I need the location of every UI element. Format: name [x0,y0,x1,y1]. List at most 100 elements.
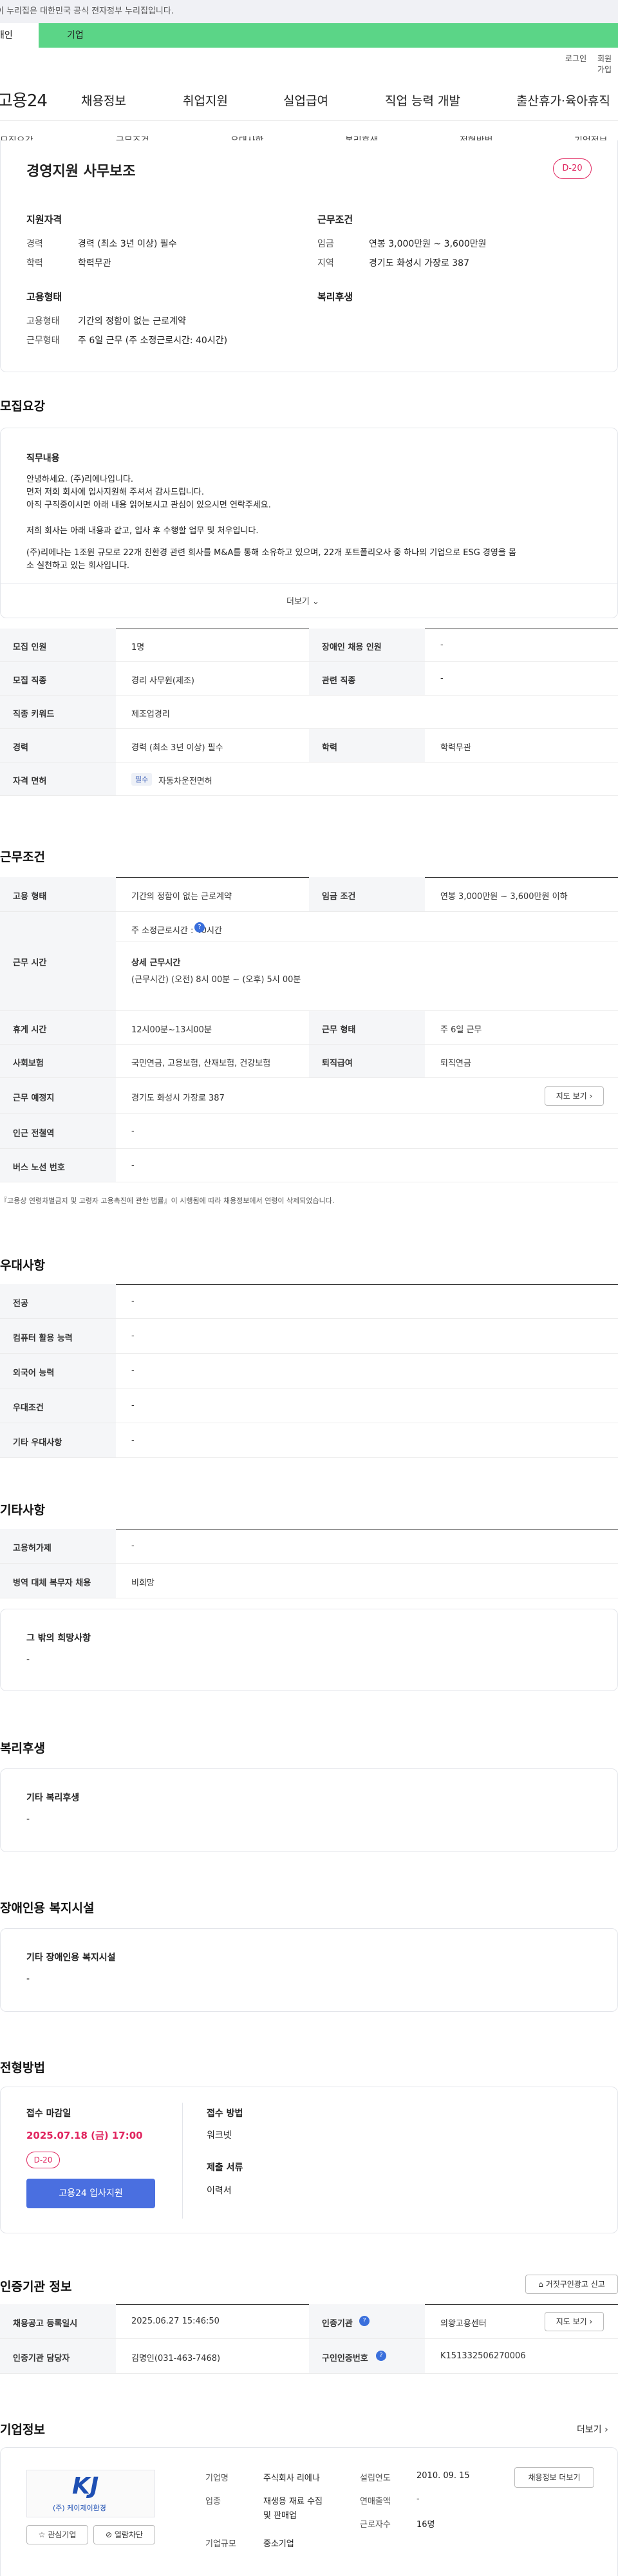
revenue-value: - [417,2494,420,2504]
join-link[interactable]: 회원가입 [597,53,618,75]
table-row: 우대조건 - [0,1388,618,1423]
size-value: 중소기업 [263,2539,294,2549]
age-note: 『고용상 연령차별금지 및 고령자 고용촉진에 관한 법률』이 시행됨에 따라 … [0,1197,335,1205]
section-title-conditions: 근무조건 [0,850,45,864]
info-icon[interactable]: ? [376,2351,386,2361]
nav-support[interactable]: 취업지원 [183,91,228,109]
map-button[interactable]: 지도 보기 › [545,1086,604,1106]
summary-card: 경영지원 사무보조 D-20 지원자격 경력 경력 (최소 3년 이상) 필수 … [0,140,618,372]
table-row: 고용허가제 - [0,1529,618,1564]
wish-title: 그 밖의 희망사항 [26,1633,91,1643]
career-label: 경력 [26,239,43,249]
dday-badge: D-20 [553,158,592,179]
employ-title: 고용형태 [26,291,62,303]
cond-title: 근무조건 [317,214,353,225]
table-row: 사회보험 국민연금, 고용보험, 산재보험, 건강보험 퇴직급여 퇴직연금 [0,1045,618,1078]
company-name-label: 기업명 [205,2474,229,2483]
block-button[interactable]: ⊘ 열람차단 [93,2525,155,2544]
region-value: 경기도 화성시 가장로 387 [369,258,469,269]
wage-label: 임금 [317,239,334,249]
duty-line: 아직 구직중이시면 아래 내용 읽어보시고 관심이 있으시면 연락주세요. [26,500,271,510]
nav-jobs[interactable]: 채용정보 [81,91,126,109]
nav-parental-leave[interactable]: 출산휴가·육아휴직 [516,91,610,109]
biz-value: 재생용 재료 수집 [263,2497,323,2506]
welfare-title: 복리후생 [317,291,353,303]
login-link[interactable]: 로그인 [565,53,586,64]
info-icon[interactable]: ? [194,922,205,933]
table-row: 채용공고 등록일시 2025.06.27 15:46:50 인증기관 ? 의왕고… [0,2304,618,2339]
qual-title: 지원자격 [26,214,62,225]
info-icon[interactable]: ? [359,2316,370,2326]
tab-personal[interactable]: 개인 [0,23,39,48]
table-row: 병역 대체 복무자 채용 비희망 [0,1564,618,1598]
founded-label: 설립연도 [360,2474,391,2483]
table-row: 근무 시간 주 소정근로시간 : 40시간 ? 상세 근무시간 (근무시간) (… [0,912,618,1011]
table-row: 모집 직종 경리 사무원(제조) 관련 직종 - [0,662,618,696]
global-nav: 고용24 채용정보 취업지원 실업급여 직업 능력 개발 출산휴가·육아휴직 [0,76,618,121]
section-title-process: 전형방법 [0,2061,45,2075]
worktype-label: 근무형태 [26,336,60,346]
section-title-cert: 인증기관 정보 [0,2280,72,2294]
tab-company[interactable]: 기업 [39,23,618,48]
emptype-value: 기간의 정함이 없는 근로계약 [78,316,186,327]
all-jobs-button[interactable]: 채용정보 더보기 [514,2467,594,2488]
duty-line: 먼저 저희 회사에 입사지원해 주셔서 감사드립니다. [26,488,204,497]
table-row: 기타 우대사항 - [0,1423,618,1458]
table-row: 버스 노선 번호 - [0,1149,618,1182]
biz-label: 업종 [205,2497,221,2506]
interest-button[interactable]: ☆ 관심기업 [26,2525,88,2544]
gov-banner-text: 이 누리집은 대한민국 공식 전자정부 누리집입니다. [0,6,174,16]
table-row: 고용 형태 기간의 정함이 없는 근로계약 임금 조건 연봉 3,000만원 ~… [0,877,618,912]
duty-line: 저희 회사는 아래 내용과 같고, 입사 후 수행할 업무 및 처우입니다. [26,526,259,536]
company-more-link[interactable]: 더보기 › [577,2423,608,2436]
job-title: 경영지원 사무보조 [26,164,136,180]
wage-value: 연봉 3,000만원 ~ 3,600만원 [369,239,487,249]
company-logo: KJ (주) 케이제이환경 [26,2470,155,2517]
facility-card: 기타 장애인용 복지시설 - [0,1928,618,2012]
method-label: 접수 방법 [207,2108,243,2119]
docs-value: 이력서 [207,2186,232,2196]
deadline-value: 2025.07.18 (금) 17:00 [26,2130,143,2141]
founded-value: 2010. 09. 15 [417,2471,470,2481]
required-tag: 필수 [131,773,153,786]
table-row: 인근 전철역 - [0,1114,618,1149]
nav-training[interactable]: 직업 능력 개발 [385,91,460,109]
table-row: 경력 경력 (최소 3년 이상) 필수 학력 학력무관 [0,729,618,762]
map-button[interactable]: 지도 보기 › [545,2312,604,2331]
table-row: 모집 인원 1명 장애인 채용 인원 - [0,629,618,662]
section-title-preferred: 우대사항 [0,1258,45,1273]
section-title-recruit: 모집요강 [0,399,45,413]
user-type-tabs: 개인 기업 [0,23,618,48]
company-card: KJ (주) 케이제이환경 ☆ 관심기업 ⊘ 열람차단 기업명 주식회사 리에나… [0,2447,618,2576]
gov-banner: 이 누리집은 대한민국 공식 전자정부 누리집입니다. [0,0,618,23]
duty-line: 안녕하세요. (주)리에나입니다. [26,475,134,484]
report-button[interactable]: ⌂ 거짓구인광고 신고 [525,2275,618,2294]
report-icon: ⌂ [538,2280,543,2289]
facility-title: 기타 장애인용 복지시설 [26,1953,116,1963]
more-button[interactable]: 더보기 ⌄ [286,594,319,607]
staff-label: 근로자수 [360,2520,391,2530]
logo[interactable]: 고용24 [0,88,48,111]
table-row: 외국어 능력 - [0,1354,618,1388]
deadline-label: 접수 마감일 [26,2108,71,2119]
apply-button[interactable]: 고용24 입사지원 [26,2179,155,2208]
region-label: 지역 [317,258,334,269]
worktype-value: 주 6일 근무 (주 소정근로시간: 40시간) [78,336,228,346]
wish-card: 그 밖의 희망사항 - [0,1609,618,1691]
welfare-card: 기타 복리후생 - [0,1768,618,1852]
duty-title: 직무내용 [26,453,60,464]
dday-badge: D-20 [26,2152,60,2168]
section-title-facility: 장애인용 복지시설 [0,1901,95,1915]
table-row: 근무 예정지 경기도 화성시 가장로 387 지도 보기 › [0,1078,618,1114]
table-row: 전공 - [0,1284,618,1319]
revenue-label: 연매출액 [360,2497,391,2506]
section-title-welfare: 복리후생 [0,1741,45,1756]
company-name-value: 주식회사 리에나 [263,2474,320,2483]
process-card: 접수 마감일 2025.07.18 (금) 17:00 D-20 고용24 입사… [0,2087,618,2233]
duty-line: 소 실천하고 있는 회사입니다. [26,561,130,571]
edu-label: 학력 [26,258,43,269]
nav-unemployment[interactable]: 실업급여 [283,91,328,109]
facility-value: - [26,1974,30,1984]
duty-line: (주)리에나는 1조원 규모로 22개 친환경 관련 회사를 M&A를 통해 소… [26,548,516,558]
table-row: 휴게 시간 12시00분~13시00분 근무 형태 주 6일 근무 [0,1011,618,1045]
